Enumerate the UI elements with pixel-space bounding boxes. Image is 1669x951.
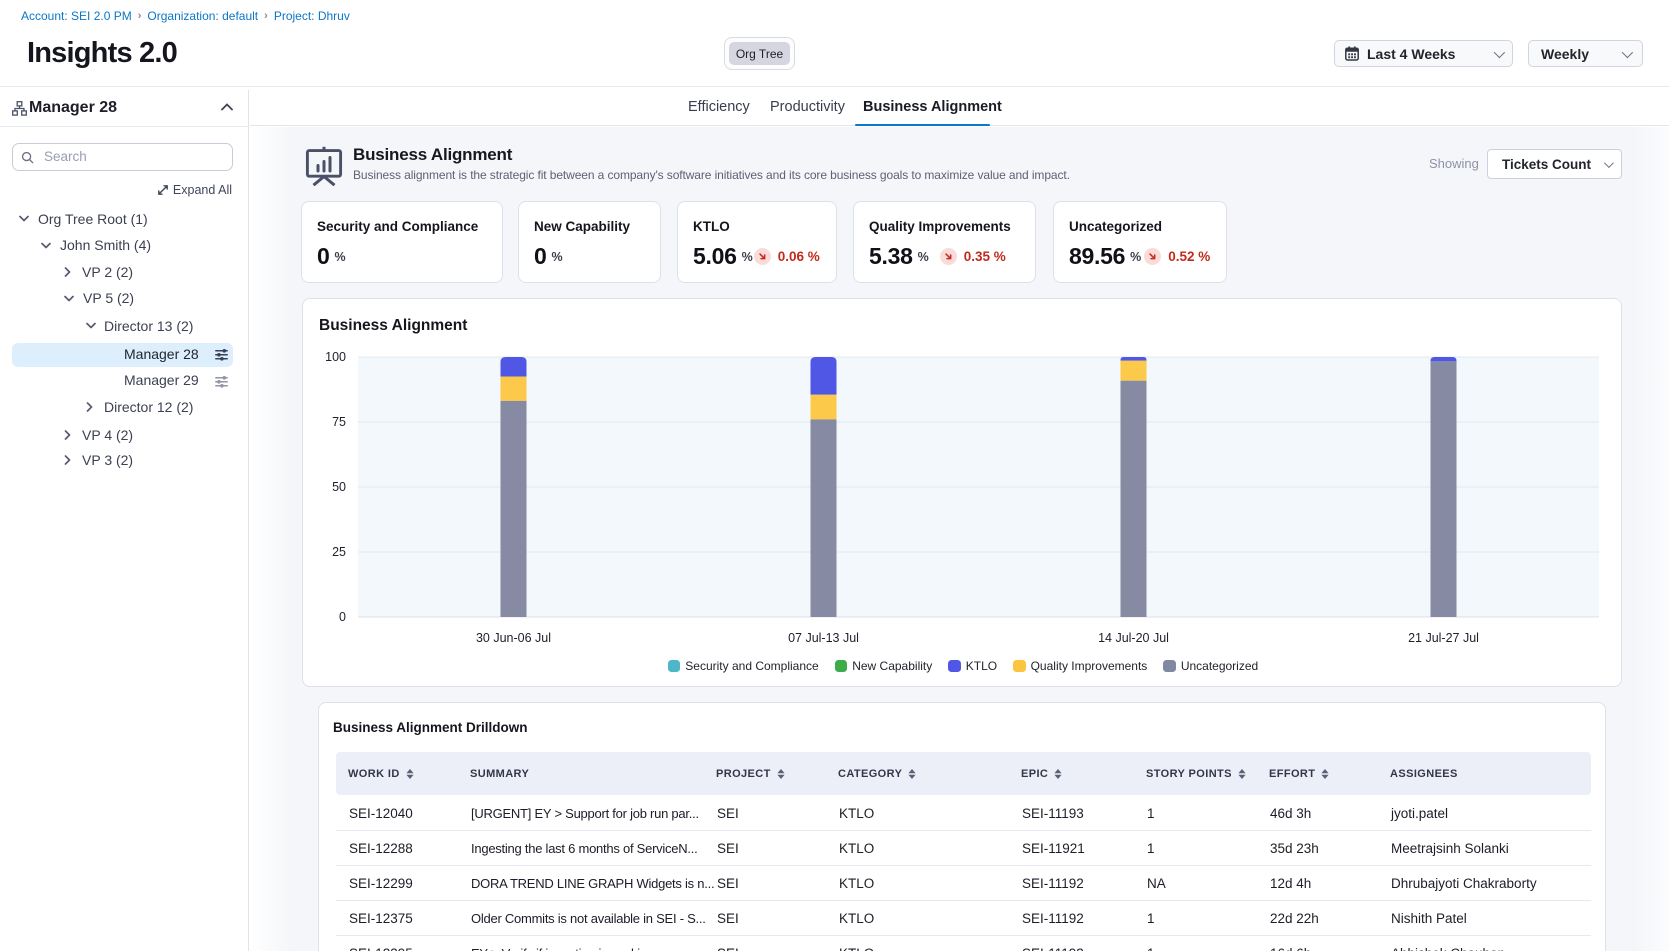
svg-text:50: 50 [332,480,346,494]
svg-text:07 Jul-13 Jul: 07 Jul-13 Jul [788,631,859,645]
svg-text:0: 0 [339,610,346,624]
svg-text:30 Jun-06 Jul: 30 Jun-06 Jul [476,631,551,645]
svg-text:14 Jul-20 Jul: 14 Jul-20 Jul [1098,631,1169,645]
svg-text:75: 75 [332,415,346,429]
svg-text:25: 25 [332,545,346,559]
svg-text:100: 100 [325,350,346,364]
svg-text:21 Jul-27 Jul: 21 Jul-27 Jul [1408,631,1479,645]
